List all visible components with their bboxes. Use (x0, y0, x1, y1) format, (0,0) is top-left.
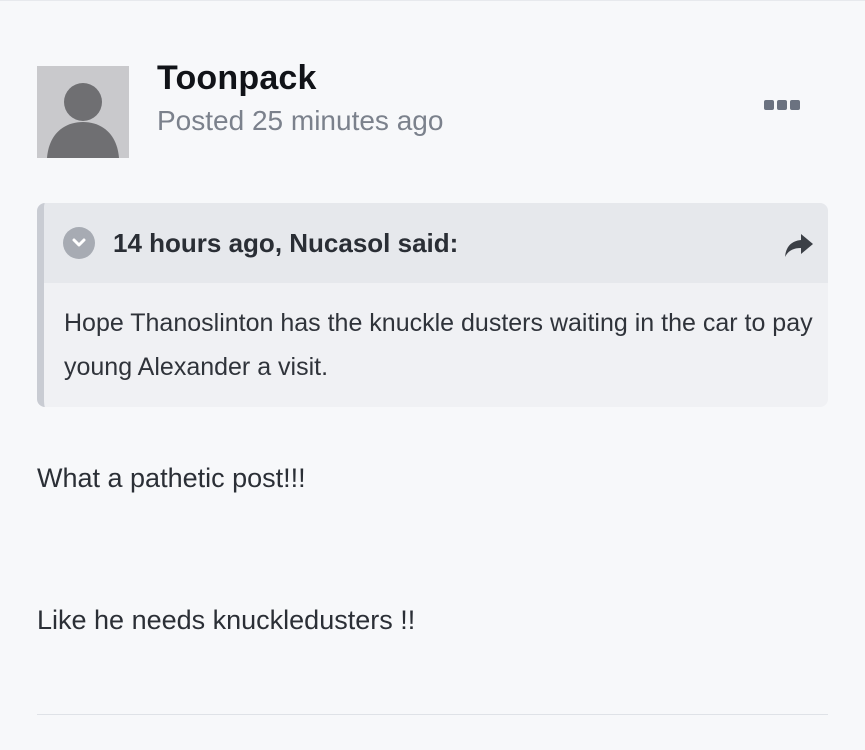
default-user-avatar-icon (37, 66, 129, 158)
share-arrow-icon[interactable] (782, 231, 816, 259)
author-name[interactable]: Toonpack (157, 59, 317, 98)
post-timestamp[interactable]: Posted 25 minutes ago (157, 105, 443, 137)
post-divider (37, 714, 828, 715)
chevron-down-circle-icon[interactable] (63, 227, 95, 259)
ellipsis-menu-icon (764, 100, 774, 110)
quote-header: 14 hours ago, Nucasol said: (44, 203, 828, 283)
quote-text: Hope Thanoslinton has the knuckle duster… (64, 309, 813, 381)
author-avatar[interactable] (37, 66, 129, 158)
quote-citation[interactable]: 14 hours ago, Nucasol said: (113, 228, 458, 259)
ellipsis-menu-icon (777, 100, 787, 110)
quote-block: 14 hours ago, Nucasol said: Hope Thanosl… (37, 203, 828, 407)
post-body-text: What a pathetic post!!! (37, 463, 306, 493)
ellipsis-menu-icon (790, 100, 800, 110)
forum-post: Toonpack Posted 25 minutes ago 14 hours … (0, 0, 865, 750)
more-options-button[interactable] (760, 93, 804, 117)
post-body-text: Like he needs knuckledusters !! (37, 605, 416, 635)
chevron-down-icon (72, 238, 86, 247)
